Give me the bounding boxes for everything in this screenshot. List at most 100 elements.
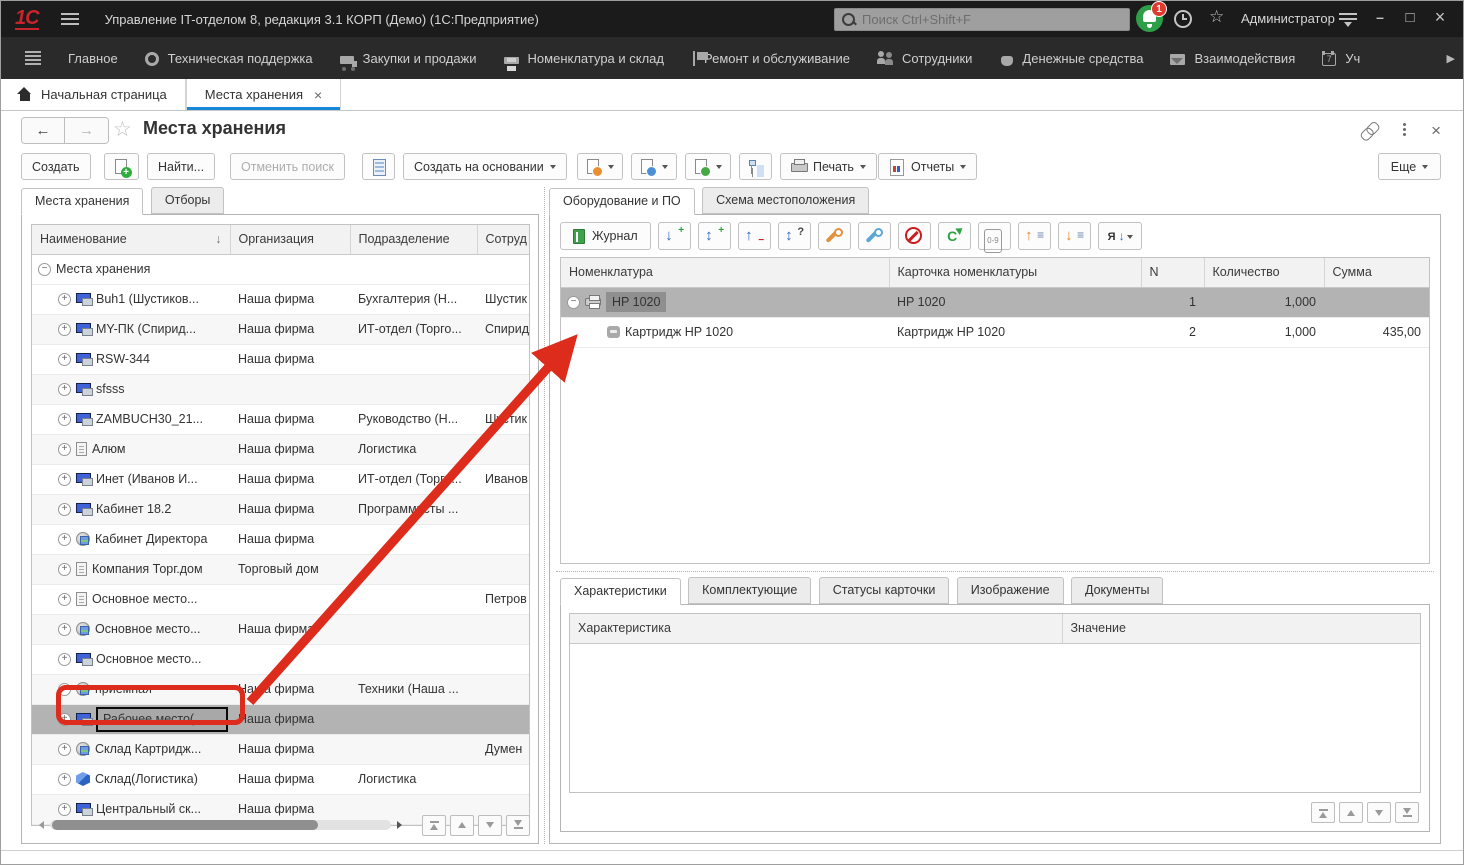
- list-view-button[interactable]: [362, 153, 395, 180]
- more-button[interactable]: Еще: [1378, 153, 1441, 180]
- column-header-nomenclature[interactable]: Номенклатура: [561, 258, 889, 287]
- close-window-button[interactable]: [1429, 7, 1451, 28]
- column-header-characteristic[interactable]: Характеристика: [570, 614, 1062, 643]
- expand-icon[interactable]: [58, 773, 71, 786]
- check-move-button[interactable]: [778, 222, 811, 250]
- journal-button[interactable]: Журнал: [560, 222, 651, 250]
- search-input[interactable]: [862, 12, 1112, 27]
- table-row[interactable]: Компания Торг.дом Торговый дом: [32, 554, 529, 584]
- menu-item-purchases[interactable]: Закупки и продажи: [340, 51, 477, 66]
- repair-orange-button[interactable]: [818, 222, 851, 250]
- main-menu-icon[interactable]: [61, 13, 79, 15]
- column-header-card[interactable]: Карточка номенклатуры: [889, 258, 1141, 287]
- scroll-left-icon[interactable]: [39, 821, 44, 829]
- hierarchy-view-button[interactable]: [739, 153, 772, 180]
- expand-icon[interactable]: [58, 383, 71, 396]
- table-row[interactable]: Основное место... Наша фирма: [32, 614, 529, 644]
- table-row[interactable]: Склад(Логистика) Наша фирма Логистика: [32, 764, 529, 794]
- numbering-button[interactable]: [978, 222, 1011, 250]
- table-row-selected[interactable]: Рабочее место(... Наша фирма: [32, 704, 529, 734]
- menu-item-main[interactable]: Главное: [68, 51, 118, 66]
- repair-blue-button[interactable]: [858, 222, 891, 250]
- writeoff-button[interactable]: [898, 222, 931, 250]
- menu-item-money[interactable]: Денежные средства: [999, 51, 1143, 66]
- horizontal-scrollbar[interactable]: [50, 820, 391, 830]
- table-row[interactable]: Склад Картридж... Наша фирма Думен: [32, 734, 529, 764]
- sort-button[interactable]: [1098, 222, 1142, 250]
- expand-icon[interactable]: [58, 533, 71, 546]
- expand-icon[interactable]: [58, 743, 71, 756]
- tab-storage-locations[interactable]: Места хранения: [186, 79, 341, 110]
- sections-list-icon[interactable]: [25, 51, 41, 53]
- minimize-button[interactable]: [1369, 9, 1391, 25]
- menu-item-employees[interactable]: Сотрудники: [877, 50, 972, 66]
- expand-icon[interactable]: [58, 413, 71, 426]
- table-row[interactable]: RSW-344 Наша фирма: [32, 344, 529, 374]
- history-icon[interactable]: [1174, 10, 1192, 28]
- column-header-name[interactable]: Наименование: [32, 225, 230, 254]
- go-first-button[interactable]: [1311, 802, 1335, 823]
- tab-storage-list[interactable]: Места хранения: [21, 188, 143, 215]
- get-link-icon[interactable]: [1356, 118, 1381, 143]
- add-move-button[interactable]: [698, 222, 731, 250]
- tab-characteristics[interactable]: Характеристики: [560, 578, 681, 605]
- menu-scroll-right-icon[interactable]: [1447, 52, 1455, 65]
- table-row[interactable]: Основное место...: [32, 644, 529, 674]
- more-menu-icon[interactable]: [1403, 123, 1407, 139]
- table-row-group[interactable]: Места хранения: [32, 254, 529, 284]
- scroll-right-icon[interactable]: [397, 821, 402, 829]
- expand-icon[interactable]: [58, 443, 71, 456]
- service-settings-icon[interactable]: [1339, 13, 1357, 15]
- forward-button[interactable]: [65, 118, 108, 143]
- print-button[interactable]: Печать: [780, 153, 877, 180]
- add-to-favorites-star-icon[interactable]: [113, 117, 132, 142]
- menu-item-repair[interactable]: Ремонт и обслуживание: [691, 51, 850, 66]
- table-row[interactable]: Buh1 (Шустиков... Наша фирма Бухгалтерия…: [32, 284, 529, 314]
- favorites-star-icon[interactable]: ☆: [1209, 7, 1224, 27]
- back-button[interactable]: [22, 118, 65, 143]
- scrollbar-thumb[interactable]: [52, 820, 318, 830]
- tab-image[interactable]: Изображение: [957, 577, 1064, 604]
- close-tab-icon[interactable]: [314, 87, 322, 103]
- current-user[interactable]: Администратор: [1241, 11, 1335, 26]
- remove-equipment-button[interactable]: [738, 222, 771, 250]
- tab-home[interactable]: Начальная страница: [1, 79, 186, 110]
- column-header-sum[interactable]: Сумма: [1324, 258, 1429, 287]
- menu-item-support[interactable]: Техническая поддержка: [145, 51, 313, 66]
- tab-components[interactable]: Комплектующие: [688, 577, 811, 604]
- expand-icon[interactable]: [58, 653, 71, 666]
- equipment-actions-button[interactable]: [685, 153, 731, 180]
- create-group-button[interactable]: [104, 153, 139, 180]
- expand-icon[interactable]: [58, 563, 71, 576]
- reports-button[interactable]: Отчеты: [878, 153, 977, 180]
- tab-card-statuses[interactable]: Статусы карточки: [819, 577, 950, 604]
- expand-icon[interactable]: [58, 323, 71, 336]
- expand-icon[interactable]: [58, 683, 71, 696]
- tab-equipment[interactable]: Оборудование и ПО: [549, 188, 695, 215]
- refresh-button[interactable]: [938, 222, 971, 250]
- tab-location-scheme[interactable]: Схема местоположения: [702, 187, 869, 214]
- table-row[interactable]: Кабинет Директора Наша фирма: [32, 524, 529, 554]
- menu-item-nomenclature[interactable]: Номенклатура и склад: [504, 51, 664, 66]
- horizontal-splitter[interactable]: [556, 571, 1434, 572]
- table-row[interactable]: Алюм Наша фирма Логистика: [32, 434, 529, 464]
- column-header-quantity[interactable]: Количество: [1204, 258, 1324, 287]
- go-down-button[interactable]: [1367, 802, 1391, 823]
- expand-icon[interactable]: [58, 713, 71, 726]
- expand-icon[interactable]: [58, 623, 71, 636]
- document-actions-button[interactable]: [577, 153, 623, 180]
- menu-item-timesheet[interactable]: Уч: [1322, 51, 1385, 66]
- expand-icon[interactable]: [58, 293, 71, 306]
- go-last-button[interactable]: [1395, 802, 1419, 823]
- move-up-button[interactable]: [1018, 222, 1051, 250]
- add-equipment-button[interactable]: [658, 222, 691, 250]
- table-actions-button[interactable]: [631, 153, 677, 180]
- go-up-button[interactable]: [1339, 802, 1363, 823]
- create-based-on-button[interactable]: Создать на основании: [403, 153, 567, 180]
- find-button[interactable]: Найти...: [147, 153, 215, 180]
- table-row[interactable]: Инет (Иванов И... Наша фирма ИТ-отдел (Т…: [32, 464, 529, 494]
- go-last-button[interactable]: [506, 815, 530, 836]
- expand-icon[interactable]: [58, 353, 71, 366]
- table-row[interactable]: MY-ПК (Спирид... Наша фирма ИТ-отдел (То…: [32, 314, 529, 344]
- close-form-icon[interactable]: [1431, 121, 1441, 141]
